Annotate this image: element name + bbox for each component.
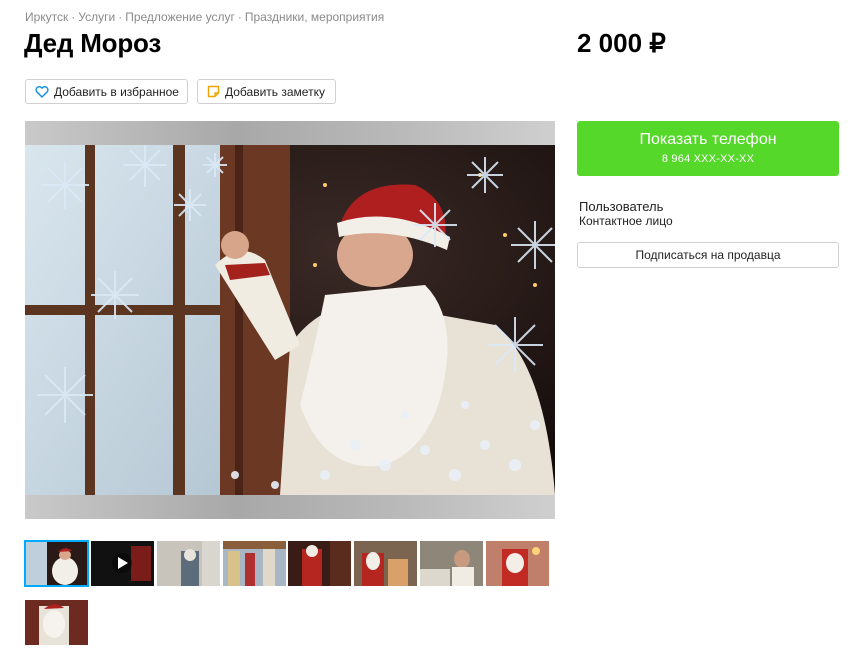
thumb-image xyxy=(486,541,549,586)
seller-name[interactable]: Пользователь xyxy=(579,199,663,214)
seller-role: Контактное лицо xyxy=(579,214,673,228)
breadcrumb-separator: · xyxy=(71,10,76,24)
add-note-label: Добавить заметку xyxy=(225,84,325,99)
gallery-thumb-video[interactable] xyxy=(91,541,154,586)
gallery-thumb[interactable] xyxy=(25,600,88,645)
note-icon xyxy=(207,85,220,98)
thumb-image xyxy=(91,541,154,586)
thumb-image xyxy=(25,541,88,586)
price: 2 000 ₽ xyxy=(577,28,666,58)
thumb-image xyxy=(354,541,417,586)
breadcrumb-item-category[interactable]: Праздники, мероприятия xyxy=(245,10,384,24)
breadcrumb-separator: · xyxy=(237,10,242,24)
add-to-favorites-label: Добавить в избранное xyxy=(54,84,179,99)
breadcrumb-item-offer[interactable]: Предложение услуг xyxy=(125,10,235,24)
breadcrumb-separator: · xyxy=(118,10,123,24)
breadcrumb-item-city[interactable]: Иркутск xyxy=(25,10,68,24)
thumb-image xyxy=(25,600,88,645)
heart-icon xyxy=(35,85,49,98)
gallery-thumb[interactable] xyxy=(24,540,89,587)
gallery-thumb[interactable] xyxy=(288,541,351,586)
thumb-image xyxy=(157,541,220,586)
main-photo[interactable] xyxy=(25,121,555,519)
gallery-thumb[interactable] xyxy=(223,541,286,586)
page-title: Дед Мороз xyxy=(24,28,162,58)
gallery-thumb[interactable] xyxy=(420,541,483,586)
breadcrumb-item-services[interactable]: Услуги xyxy=(78,10,115,24)
ded-moroz-photo xyxy=(25,145,555,495)
add-note-button[interactable]: Добавить заметку xyxy=(197,79,336,104)
show-phone-label: Показать телефон xyxy=(639,131,777,148)
photo-blur-top xyxy=(25,121,555,145)
thumb-image xyxy=(420,541,483,586)
breadcrumb: Иркутск · Услуги · Предложение услуг · Праздни… xyxy=(25,10,384,24)
subscribe-seller-button[interactable]: Подписаться на продавца xyxy=(577,242,839,268)
phone-masked: 8 964 XXX-XX-XX xyxy=(661,153,755,165)
gallery-thumb[interactable] xyxy=(486,541,549,586)
photo-blur-bottom xyxy=(25,495,555,519)
thumb-image xyxy=(288,541,351,586)
gallery-thumb[interactable] xyxy=(157,541,220,586)
add-to-favorites-button[interactable]: Добавить в избранное xyxy=(25,79,188,104)
show-phone-button[interactable]: Показать телефон 8 964 XXX-XX-XX xyxy=(577,121,839,176)
gallery-thumb[interactable] xyxy=(354,541,417,586)
thumb-image xyxy=(223,541,286,586)
